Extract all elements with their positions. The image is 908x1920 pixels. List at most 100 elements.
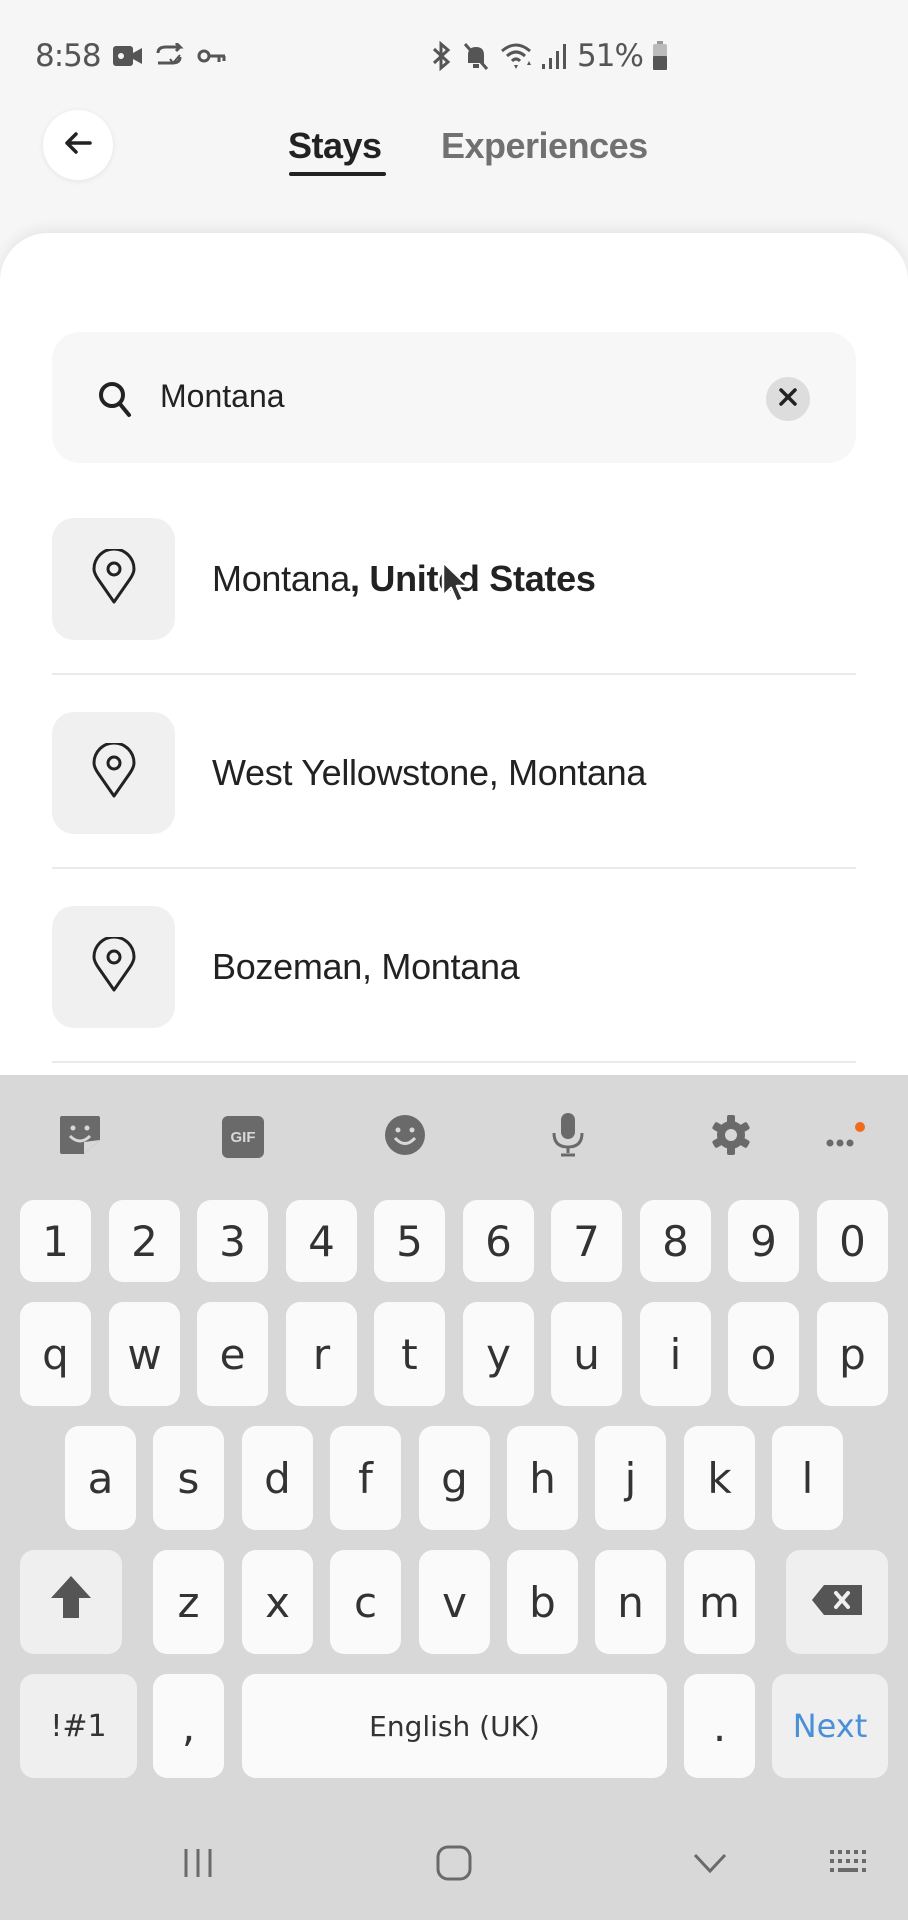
screen: 8:58 51% Stays Experiences Montana Monta…: [0, 0, 908, 1920]
key-d[interactable]: d: [242, 1426, 313, 1530]
video-record-icon: [112, 42, 144, 70]
shift-arrow-icon: [49, 1574, 93, 1630]
key-q[interactable]: q: [20, 1302, 91, 1406]
tab-experiences[interactable]: Experiences: [441, 125, 648, 167]
key-u[interactable]: u: [551, 1302, 622, 1406]
clear-search-button[interactable]: [766, 377, 810, 421]
arrow-left-icon: [64, 131, 92, 160]
result-label-plain: Montana: [212, 558, 350, 599]
key-e[interactable]: e: [197, 1302, 268, 1406]
wifi-icon: [500, 42, 536, 70]
symbols-key[interactable]: !#1: [20, 1674, 137, 1778]
key-k[interactable]: k: [684, 1426, 755, 1530]
vpn-key-icon: [197, 42, 227, 70]
signal-icon: [540, 42, 568, 70]
key-z[interactable]: z: [153, 1550, 224, 1654]
recent-apps-button[interactable]: [176, 1840, 220, 1890]
result-icon-tile: [52, 906, 175, 1028]
result-icon-tile: [52, 712, 175, 834]
key-y[interactable]: y: [463, 1302, 534, 1406]
voice-input-button[interactable]: [541, 1110, 595, 1164]
key-6[interactable]: 6: [463, 1200, 534, 1282]
result-label: Bozeman, Montana: [212, 946, 520, 987]
tab-stays[interactable]: Stays: [288, 125, 382, 167]
home-icon: [435, 1844, 473, 1887]
key-7[interactable]: 7: [551, 1200, 622, 1282]
emoji-button[interactable]: [378, 1110, 432, 1164]
result-item[interactable]: Bozeman, Montana: [52, 906, 856, 1028]
sync-check-icon: [153, 42, 185, 70]
backspace-icon: [810, 1578, 864, 1627]
status-bar: 8:58 51%: [0, 0, 908, 100]
sticker-icon: [58, 1114, 102, 1161]
sticker-button[interactable]: [53, 1110, 107, 1164]
home-button[interactable]: [432, 1840, 476, 1890]
key-i[interactable]: i: [640, 1302, 711, 1406]
result-label: Montana, United States: [212, 558, 596, 600]
key-5[interactable]: 5: [374, 1200, 445, 1282]
recent-apps-icon: [180, 1845, 216, 1886]
shift-key[interactable]: [20, 1550, 122, 1654]
result-icon-tile: [52, 518, 175, 640]
result-label-bold: , United States: [350, 558, 596, 599]
space-key[interactable]: English (UK): [242, 1674, 667, 1778]
gif-icon: GIF: [222, 1116, 264, 1158]
key-o[interactable]: o: [728, 1302, 799, 1406]
keyboard-switch-button[interactable]: [826, 1840, 872, 1890]
mute-icon: [462, 42, 490, 70]
search-input-value[interactable]: Montana: [160, 378, 285, 415]
backspace-key[interactable]: [786, 1550, 888, 1654]
more-options-button[interactable]: [820, 1110, 874, 1164]
key-3[interactable]: 3: [197, 1200, 268, 1282]
back-button[interactable]: [43, 110, 113, 180]
key-r[interactable]: r: [286, 1302, 357, 1406]
key-t[interactable]: t: [374, 1302, 445, 1406]
microphone-icon: [550, 1111, 586, 1164]
key-x[interactable]: x: [242, 1550, 313, 1654]
battery-icon: [651, 41, 669, 70]
key-g[interactable]: g: [419, 1426, 490, 1530]
close-icon: [779, 387, 797, 411]
tab-stays-selected-indicator: [289, 172, 386, 176]
divider: [52, 1061, 856, 1063]
key-m[interactable]: m: [684, 1550, 755, 1654]
key-p[interactable]: p: [817, 1302, 888, 1406]
status-time: 8:58: [35, 38, 102, 74]
comma-key[interactable]: ,: [153, 1674, 224, 1778]
search-icon: [96, 379, 134, 419]
period-key[interactable]: .: [684, 1674, 755, 1778]
result-label: West Yellowstone, Montana: [212, 752, 647, 793]
keyboard-settings-button[interactable]: [704, 1110, 758, 1164]
emoji-icon: [383, 1113, 427, 1162]
key-8[interactable]: 8: [640, 1200, 711, 1282]
key-4[interactable]: 4: [286, 1200, 357, 1282]
key-a[interactable]: a: [65, 1426, 136, 1530]
hide-keyboard-icon: [692, 1851, 728, 1880]
key-1[interactable]: 1: [20, 1200, 91, 1282]
divider: [52, 673, 856, 675]
hide-keyboard-button[interactable]: [688, 1840, 732, 1890]
more-icon: [820, 1115, 874, 1160]
key-w[interactable]: w: [109, 1302, 180, 1406]
key-j[interactable]: j: [595, 1426, 666, 1530]
key-l[interactable]: l: [772, 1426, 843, 1530]
key-h[interactable]: h: [507, 1426, 578, 1530]
key-n[interactable]: n: [595, 1550, 666, 1654]
next-key[interactable]: Next: [772, 1674, 888, 1778]
settings-icon: [709, 1113, 753, 1162]
result-item[interactable]: Montana, United States: [52, 518, 856, 640]
key-2[interactable]: 2: [109, 1200, 180, 1282]
key-f[interactable]: f: [330, 1426, 401, 1530]
result-item[interactable]: West Yellowstone, Montana: [52, 712, 856, 834]
key-v[interactable]: v: [419, 1550, 490, 1654]
bluetooth-icon: [428, 41, 454, 71]
map-pin-icon: [92, 547, 136, 610]
key-c[interactable]: c: [330, 1550, 401, 1654]
key-b[interactable]: b: [507, 1550, 578, 1654]
notification-dot: [855, 1121, 865, 1132]
key-s[interactable]: s: [153, 1426, 224, 1530]
key-0[interactable]: 0: [817, 1200, 888, 1282]
battery-percent: 51%: [577, 38, 644, 74]
gif-button[interactable]: GIF: [216, 1110, 270, 1164]
key-9[interactable]: 9: [728, 1200, 799, 1282]
